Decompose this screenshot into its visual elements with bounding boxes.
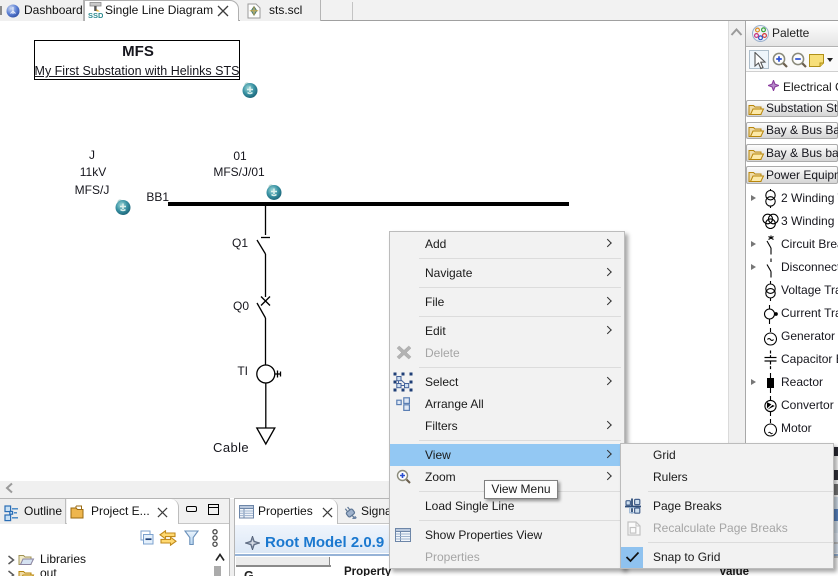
svg-text:SSD: SSD — [88, 11, 103, 19]
